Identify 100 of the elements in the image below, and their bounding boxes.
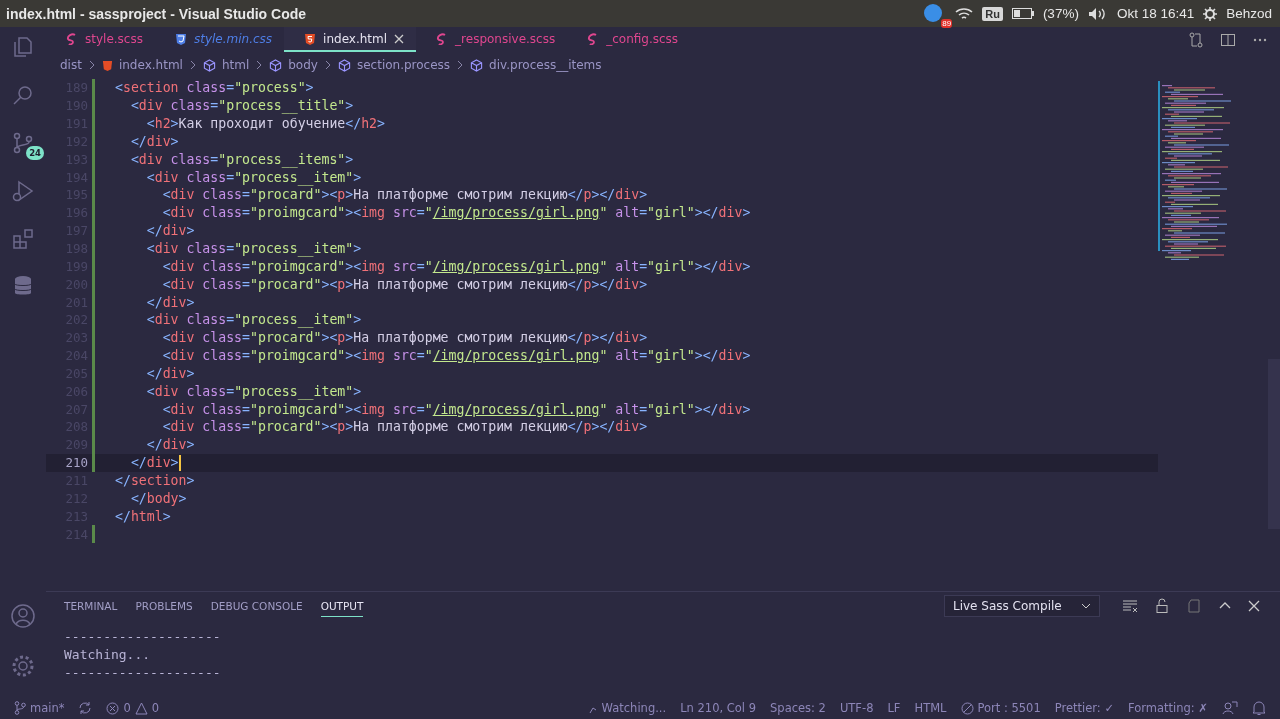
user-name[interactable]: Behzod <box>1226 6 1272 21</box>
cube-icon <box>269 58 283 72</box>
branch-indicator[interactable]: main* <box>14 701 65 715</box>
chevron-icon <box>188 60 197 70</box>
volume-icon[interactable] <box>1087 6 1108 21</box>
close-icon[interactable] <box>394 33 405 44</box>
sass-file-icon <box>66 32 78 45</box>
status-item[interactable]: Ln 210, Col 9 <box>680 701 757 715</box>
code-line: </div> <box>145 294 195 310</box>
window-title: index.html - sassproject - Visual Studio Code <box>6 5 307 22</box>
keyboard-layout[interactable]: Ru <box>982 6 1003 21</box>
feedback-icon[interactable] <box>1222 700 1238 716</box>
lock-icon[interactable] <box>1154 598 1170 614</box>
chevron-icon <box>456 60 465 70</box>
code-line: <div class="process__item"> <box>145 241 362 256</box>
editor-tab[interactable]: _responsive.scss <box>416 27 568 52</box>
code-line: </div> <box>145 223 195 239</box>
code-line: <h2>Как проходит обучение</h2> <box>145 116 385 132</box>
line-number: 210 <box>64 455 88 471</box>
split-editor-icon[interactable] <box>1220 31 1236 48</box>
close-icon[interactable] <box>1248 600 1260 612</box>
code-line: <div class="procard"><p>На платформе смотрим лекцию</p></div> <box>161 187 648 203</box>
panel-tab[interactable]: TERMINAL <box>64 595 118 617</box>
code-line: <div class="process__item"> <box>145 383 362 399</box>
editor-tab[interactable]: style.scss <box>46 27 155 52</box>
wifi-icon[interactable] <box>955 6 974 21</box>
status-item[interactable]: UTF-8 <box>839 701 874 715</box>
code-line: <div class="process__items"> <box>129 151 354 167</box>
chevron-icon <box>255 60 264 70</box>
chevron-icon <box>323 60 332 70</box>
cube-icon <box>337 58 351 72</box>
status-item[interactable]: Watching... <box>587 701 667 715</box>
code-line: <div class="proimgcard"><img src="/img/process/girl.png" alt="girl"></div> <box>161 401 751 417</box>
panel-tab[interactable]: OUTPUT <box>320 595 364 617</box>
editor-tab[interactable]: index.html <box>284 27 417 52</box>
html-file-icon <box>304 32 317 45</box>
blocked-icon <box>960 701 974 715</box>
html-file-icon <box>101 59 113 71</box>
output-line: -------------------- <box>64 664 222 682</box>
notification-icon[interactable] <box>924 3 943 22</box>
branch-icon <box>14 701 26 715</box>
code-line: </div> <box>145 365 195 381</box>
breadcrumb-item[interactable]: index.html <box>118 58 183 72</box>
breadcrumb-item[interactable]: section.process <box>356 58 451 72</box>
breadcrumb-item[interactable]: div.process__items <box>489 58 602 72</box>
sync-icon[interactable] <box>78 701 93 715</box>
clock[interactable]: Okt 18 16:41 <box>1116 6 1195 21</box>
breadcrumb-item[interactable]: body <box>288 58 318 72</box>
status-item[interactable]: Formatting: ✗ <box>1128 701 1208 715</box>
editor-tab[interactable]: _config.scss <box>567 27 691 52</box>
panel-tab[interactable]: DEBUG CONSOLE <box>210 595 303 617</box>
account-icon[interactable] <box>10 603 36 629</box>
extensions-icon[interactable] <box>11 227 35 251</box>
status-item[interactable]: Port : 5501 <box>960 701 1041 715</box>
output-channel-dropdown[interactable]: Live Sass Compile <box>944 595 1100 617</box>
clear-output-icon[interactable] <box>1122 598 1138 614</box>
code-line: <div class="proimgcard"><img src="/img/process/girl.png" alt="girl"></div> <box>161 205 751 221</box>
panel-tab[interactable]: PROBLEMS <box>135 595 193 617</box>
code-line: </div> <box>129 133 179 149</box>
editor-tab[interactable]: style.min.css <box>154 27 285 52</box>
code-line: <div class="procard"><p>На платформе смотрим лекцию</p></div> <box>161 419 648 435</box>
breadcrumb-item[interactable]: dist <box>60 58 82 72</box>
run-debug-icon[interactable] <box>11 179 35 203</box>
css-file-icon <box>174 32 187 45</box>
code-line: </div> <box>129 454 181 471</box>
status-item[interactable]: LF <box>887 701 901 715</box>
code-line: </div> <box>145 437 195 453</box>
code-line: <div class="procard"><p>На платформе смотрим лекцию</p></div> <box>161 330 648 346</box>
code-line: <div class="proimgcard"><img src="/img/process/girl.png" alt="girl"></div> <box>161 258 751 274</box>
code-line: <div class="proimgcard"><img src="/img/process/girl.png" alt="girl"></div> <box>161 348 751 364</box>
code-line: </body> <box>129 490 187 506</box>
status-item[interactable]: Prettier: ✓ <box>1054 701 1114 715</box>
code-line: <div class="process__item"> <box>145 169 362 185</box>
count-badge: 24 <box>26 146 44 160</box>
cube-icon <box>470 58 484 72</box>
settings-icon[interactable] <box>10 653 36 679</box>
output-line: -------------------- <box>64 628 222 646</box>
database-icon[interactable] <box>13 275 33 297</box>
cube-icon <box>202 58 216 72</box>
code-line: </html> <box>115 508 171 524</box>
search-icon[interactable] <box>11 83 35 107</box>
breadcrumb-item[interactable]: html <box>221 58 250 72</box>
code-line: <div class="procard"><p>На платформе смотрим лекцию</p></div> <box>161 276 648 292</box>
code-line: </section> <box>115 473 195 488</box>
code-line: <div class="process__title"> <box>129 98 354 114</box>
chevron-icon <box>87 60 96 70</box>
warning-icon <box>134 701 148 715</box>
battery-percent: (37%) <box>1042 6 1079 21</box>
output-line: Watching... <box>64 646 152 664</box>
count-badge: 89 <box>941 18 953 28</box>
compare-changes-icon[interactable] <box>1188 31 1204 48</box>
problems-indicator[interactable]: 0 0 <box>106 701 160 715</box>
status-item[interactable]: HTML <box>914 701 947 715</box>
chevron-down-icon <box>1081 603 1091 609</box>
error-icon <box>106 701 120 715</box>
code-line: <div class="process__item"> <box>145 312 362 328</box>
battery-icon[interactable] <box>1011 8 1034 19</box>
status-item[interactable]: Spaces: 2 <box>770 701 826 715</box>
bell-icon[interactable] <box>1252 700 1266 716</box>
code-line: <section class="process"> <box>115 80 314 96</box>
